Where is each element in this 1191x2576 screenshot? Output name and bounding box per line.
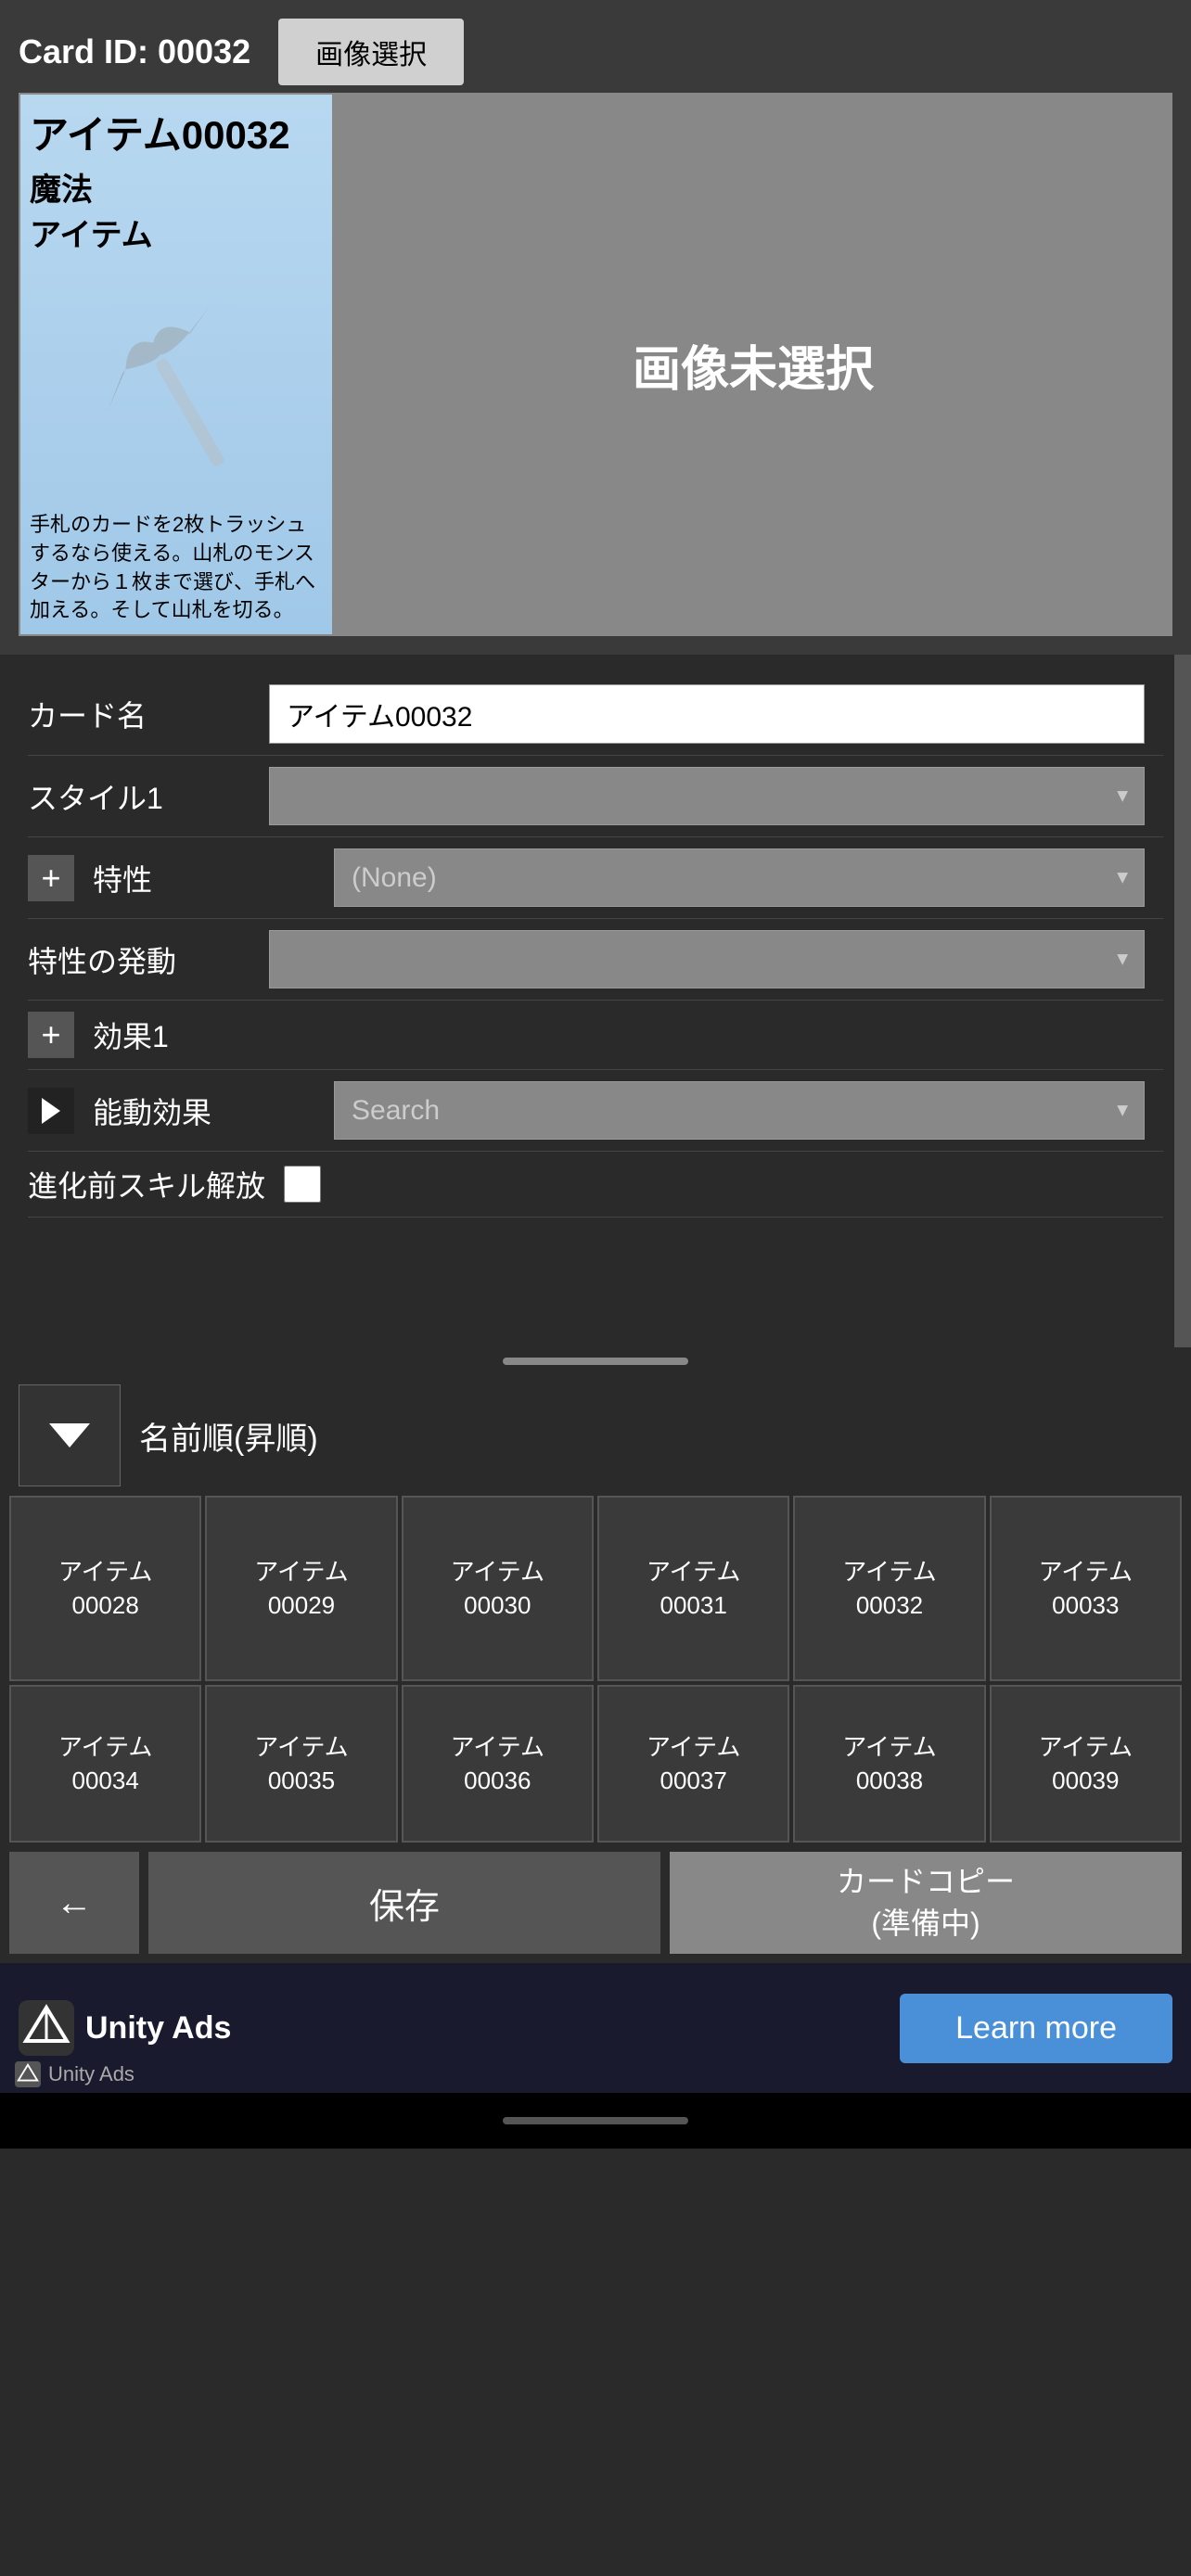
grid-item-00033[interactable]: アイテム00033: [990, 1496, 1182, 1681]
unity-ads-small-text: Unity Ads: [48, 2062, 134, 2086]
card-name-label: カード名: [28, 693, 250, 735]
form-section: カード名 スタイル1 ▼ + 特性 (None) ▼ 特性の発動 ▼: [0, 655, 1191, 1347]
active-effect-label: 能動効果: [93, 1090, 315, 1132]
trait-label: 特性: [93, 857, 315, 899]
unity-ads-small-row: Unity Ads: [15, 2061, 134, 2087]
evolution-label: 進化前スキル解放: [28, 1163, 265, 1205]
learn-more-button[interactable]: Learn more: [900, 1994, 1172, 2063]
unity-logo-icon: [19, 2000, 74, 2056]
ad-banner: Unity Ads Learn more Unity Ads: [0, 1963, 1191, 2093]
unity-small-logo-icon: [15, 2061, 41, 2087]
form-row-evolution: 進化前スキル解放: [28, 1152, 1163, 1218]
form-row-trait-trigger: 特性の発動 ▼: [28, 919, 1163, 1001]
trait-select[interactable]: (None): [334, 848, 1145, 907]
trait-plus-button[interactable]: +: [28, 855, 74, 901]
active-effect-play-button[interactable]: [28, 1088, 74, 1134]
grid-item-00032[interactable]: アイテム00032: [793, 1496, 985, 1681]
grid-item-00034[interactable]: アイテム00034: [9, 1685, 201, 1843]
card-type1: 魔法: [30, 164, 323, 210]
bottom-bar: ← 保存 カードコピー (準備中): [0, 1843, 1191, 1963]
card-name-input[interactable]: [269, 684, 1145, 744]
trait-trigger-label: 特性の発動: [28, 938, 250, 981]
grid-item-00037[interactable]: アイテム00037: [597, 1685, 789, 1843]
sort-dropdown-button[interactable]: [19, 1384, 121, 1486]
image-unselected-area: 画像未選択: [334, 93, 1172, 636]
effect1-plus-button[interactable]: +: [28, 1012, 74, 1058]
card-grid: アイテム00028 アイテム00029 アイテム00030 アイテム00031 …: [9, 1496, 1182, 1843]
card-description: 手札のカードを2枚トラッシュするなら使える。山札のモンスターから１枚まで選び、手…: [30, 511, 323, 625]
sort-bar: 名前順(昇順): [0, 1375, 1191, 1496]
form-spacer: [28, 1218, 1163, 1329]
save-button[interactable]: 保存: [148, 1852, 660, 1954]
style1-label: スタイル1: [28, 775, 250, 818]
form-row-active-effect: 能動効果 Search ▼: [28, 1070, 1163, 1152]
card-title: アイテム00032: [30, 104, 323, 160]
card-id-label: Card ID: 00032: [19, 32, 250, 71]
image-select-button[interactable]: 画像選択: [278, 19, 464, 85]
drag-handle-icon: [503, 1358, 688, 1365]
form-row-card-name: カード名: [28, 673, 1163, 756]
form-row-effect1: + 効果1: [28, 1001, 1163, 1070]
card-id-row: Card ID: 00032 画像選択: [19, 19, 464, 85]
active-effect-select[interactable]: Search: [334, 1081, 1145, 1140]
card-copy-button[interactable]: カードコピー (準備中): [670, 1852, 1182, 1954]
back-button[interactable]: ←: [9, 1852, 139, 1954]
trait-trigger-select-wrapper: ▼: [269, 930, 1145, 988]
card-type2: アイテム: [30, 210, 323, 255]
form-row-trait: + 特性 (None) ▼: [28, 837, 1163, 919]
play-icon: [42, 1098, 60, 1124]
form-row-style1: スタイル1 ▼: [28, 756, 1163, 837]
grid-item-00035[interactable]: アイテム00035: [205, 1685, 397, 1843]
card-preview-wrapper: アイテム00032 魔法 アイテム: [19, 93, 1172, 636]
trait-trigger-select[interactable]: [269, 930, 1145, 988]
trait-select-wrapper: (None) ▼: [334, 848, 1145, 907]
sort-dropdown-arrow-icon: [49, 1423, 90, 1447]
top-section: Card ID: 00032 画像選択 アイテム00032 魔法 アイテム: [0, 0, 1191, 655]
unity-logo-area: Unity Ads: [19, 2000, 231, 2056]
home-bar: [0, 2093, 1191, 2149]
unity-ads-text: Unity Ads: [85, 2010, 231, 2047]
grid-item-00029[interactable]: アイテム00029: [205, 1496, 397, 1681]
drag-divider[interactable]: [0, 1347, 1191, 1375]
grid-item-00028[interactable]: アイテム00028: [9, 1496, 201, 1681]
grid-item-00030[interactable]: アイテム00030: [402, 1496, 594, 1681]
sort-label: 名前順(昇順): [139, 1413, 318, 1459]
effect1-label: 効果1: [93, 1014, 315, 1056]
scrollbar-track[interactable]: [1174, 655, 1191, 1347]
card-grid-section: アイテム00028 アイテム00029 アイテム00030 アイテム00031 …: [0, 1496, 1191, 1843]
style1-select[interactable]: [269, 767, 1145, 825]
card-image-area: [30, 262, 323, 504]
grid-item-00038[interactable]: アイテム00038: [793, 1685, 985, 1843]
grid-item-00036[interactable]: アイテム00036: [402, 1685, 594, 1843]
style1-select-wrapper: ▼: [269, 767, 1145, 825]
card-preview: アイテム00032 魔法 アイテム: [19, 93, 334, 636]
grid-item-00039[interactable]: アイテム00039: [990, 1685, 1182, 1843]
evolution-checkbox[interactable]: [284, 1166, 321, 1203]
home-indicator: [503, 2117, 688, 2124]
active-effect-select-wrapper: Search ▼: [334, 1081, 1145, 1140]
grid-item-00031[interactable]: アイテム00031: [597, 1496, 789, 1681]
image-unselected-text: 画像未選択: [633, 330, 874, 400]
pickaxe-icon: [83, 281, 269, 485]
